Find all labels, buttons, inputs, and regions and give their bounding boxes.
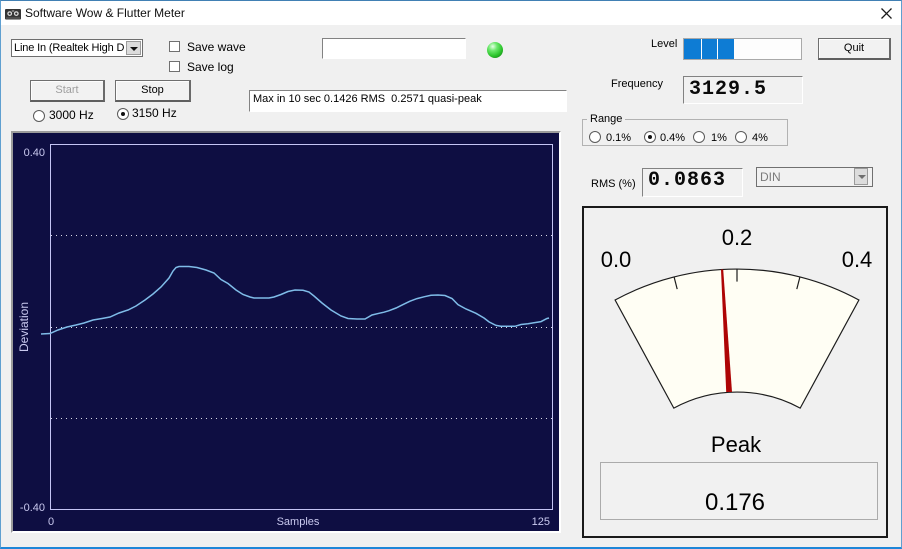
svg-text:-0.40: -0.40 [20, 502, 45, 514]
svg-text:125: 125 [532, 516, 550, 528]
svg-text:Samples: Samples [277, 516, 320, 528]
svg-text:Deviation: Deviation [17, 302, 31, 352]
svg-text:0: 0 [48, 516, 54, 528]
svg-text:0.40: 0.40 [24, 147, 45, 159]
